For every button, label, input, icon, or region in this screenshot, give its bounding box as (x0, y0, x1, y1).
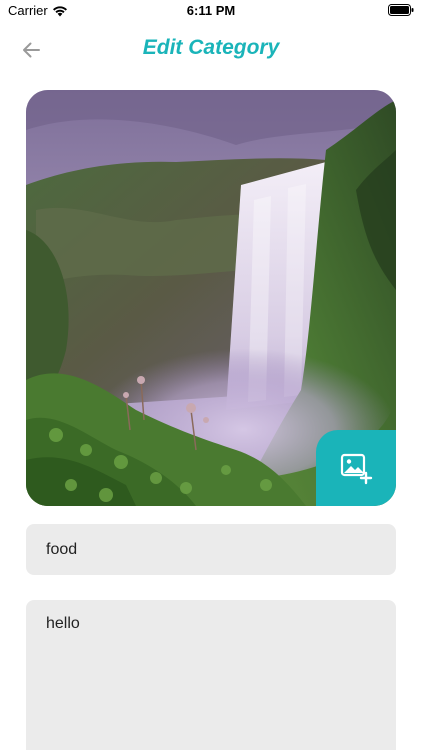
category-description-input[interactable]: hello (26, 600, 396, 750)
battery-icon (388, 4, 414, 16)
status-bar: Carrier 6:11 PM (0, 0, 422, 22)
category-name-input[interactable] (26, 524, 396, 575)
page-title: Edit Category (142, 36, 280, 59)
category-image[interactable] (26, 90, 396, 506)
status-time: 6:11 PM (186, 3, 236, 18)
add-photo-icon (340, 453, 373, 485)
add-image-button[interactable] (316, 430, 396, 506)
